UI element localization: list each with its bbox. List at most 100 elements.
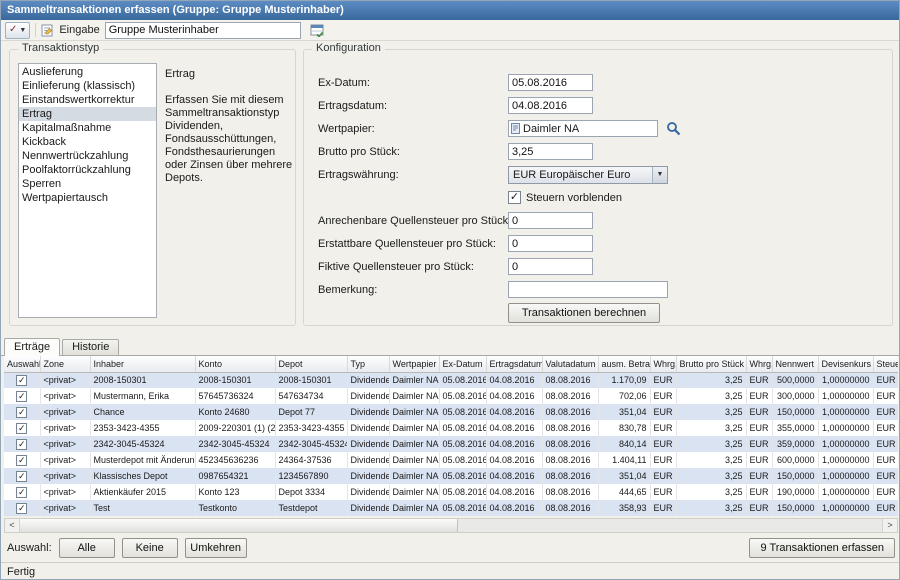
row-checkbox[interactable]: ✓ <box>16 439 27 450</box>
table-row[interactable]: ✓<privat>Mustermann, Erika57645736324547… <box>4 388 898 404</box>
column-header[interactable]: Auswahl <box>4 356 40 372</box>
group-input[interactable] <box>105 22 301 39</box>
ex-datum-input[interactable] <box>508 74 593 91</box>
column-header[interactable]: Wertpapier <box>389 356 439 372</box>
table-row[interactable]: ✓<privat>ChanceKonto 24680Depot 77Divide… <box>4 404 898 420</box>
scroll-right-button[interactable]: > <box>882 519 897 532</box>
column-header[interactable]: Depot <box>275 356 347 372</box>
table-cell: 3,25 <box>676 452 746 468</box>
table-cell: EUR <box>650 500 676 516</box>
ertragsdatum-input[interactable] <box>508 97 593 114</box>
row-checkbox[interactable]: ✓ <box>16 375 27 386</box>
table-cell: 05.08.2016 <box>439 468 486 484</box>
column-header[interactable]: Devisenkurs <box>818 356 873 372</box>
table-cell: 190,0000 <box>772 484 818 500</box>
fiktive-input[interactable] <box>508 258 593 275</box>
table-cell: Testkonto <box>195 500 275 516</box>
column-header[interactable]: Whrg. <box>746 356 772 372</box>
column-header[interactable]: Brutto pro Stück <box>676 356 746 372</box>
select-all-button[interactable]: Alle <box>59 538 115 558</box>
table-row[interactable]: ✓<privat>TestTestkontoTestdepotDividende… <box>4 500 898 516</box>
transaktionen-erfassen-button[interactable]: 9 Transaktionen erfassen <box>749 538 895 558</box>
select-none-button[interactable]: Keine <box>122 538 178 558</box>
table-row[interactable]: ✓<privat>2008-1503012008-1503012008-1503… <box>4 372 898 388</box>
table-row[interactable]: ✓<privat>2353-3423-43552009-220301 (1) (… <box>4 420 898 436</box>
column-header[interactable]: Inhaber <box>90 356 195 372</box>
table-cell: Dividende <box>347 452 389 468</box>
table-cell: Daimler NA <box>389 388 439 404</box>
anrechenbare-input[interactable] <box>508 212 593 229</box>
table-cell: EUR <box>650 372 676 388</box>
form-select-split-button[interactable]: ✓ ▼ <box>5 22 30 39</box>
transaktionstyp-item[interactable]: Wertpapiertausch <box>19 191 156 205</box>
transaktionstyp-item[interactable]: Poolfaktorrückzahlung <box>19 163 156 177</box>
column-header[interactable]: Zone <box>40 356 90 372</box>
brutto-input[interactable] <box>508 143 593 160</box>
column-header[interactable]: Ex-Datum <box>439 356 486 372</box>
row-checkbox[interactable]: ✓ <box>16 503 27 514</box>
row-checkbox-cell: ✓ <box>4 420 40 436</box>
column-header[interactable]: Konto <box>195 356 275 372</box>
select-group-button[interactable] <box>306 21 328 39</box>
transaktionstyp-item[interactable]: Einstandswertkorrektur <box>19 93 156 107</box>
row-checkbox[interactable]: ✓ <box>16 391 27 402</box>
transaktionen-berechnen-button[interactable]: Transaktionen berechnen <box>508 303 660 323</box>
transaktionstyp-item[interactable]: Kapitalmaßnahme <box>19 121 156 135</box>
table-cell: <privat> <box>40 372 90 388</box>
row-checkbox[interactable]: ✓ <box>16 423 27 434</box>
row-checkbox[interactable]: ✓ <box>16 407 27 418</box>
table-cell: <privat> <box>40 436 90 452</box>
tab-historie[interactable]: Historie <box>62 339 119 355</box>
checkmark-icon: ✓ <box>18 392 26 401</box>
transaktionstyp-item[interactable]: Nennwertrückzahlung <box>19 149 156 163</box>
row-checkbox[interactable]: ✓ <box>16 471 27 482</box>
column-header[interactable]: Ertragsdatum <box>486 356 542 372</box>
konfiguration-group-label: Konfiguration <box>312 42 385 54</box>
table-cell: EUR <box>746 388 772 404</box>
transaktionstyp-item[interactable]: Kickback <box>19 135 156 149</box>
table-cell: EUR <box>746 484 772 500</box>
table-row[interactable]: ✓<privat>2342-3045-453242342-3045-453242… <box>4 436 898 452</box>
steuern-vorblenden-checkbox[interactable]: ✓ <box>508 191 521 204</box>
table-cell: Dividende <box>347 372 389 388</box>
tab-ertraege[interactable]: Erträge <box>4 338 60 356</box>
scrollbar-track[interactable] <box>458 519 882 532</box>
table-cell: Klassisches Depot <box>90 468 195 484</box>
column-header[interactable]: Nennwert <box>772 356 818 372</box>
wertpapier-search-button[interactable] <box>666 121 681 136</box>
scroll-left-button[interactable]: < <box>5 519 20 532</box>
column-header[interactable]: Valutadatum <box>542 356 598 372</box>
wertpapier-input[interactable]: Daimler NA <box>508 120 658 137</box>
scrollbar-thumb[interactable] <box>20 519 458 532</box>
transaktionstyp-item[interactable]: Sperren <box>19 177 156 191</box>
table-cell: Dividende <box>347 468 389 484</box>
column-header[interactable]: Steuerwhrg. <box>873 356 898 372</box>
table-row[interactable]: ✓<privat>Musterdepot mit Änderungen45234… <box>4 452 898 468</box>
erstattbare-input[interactable] <box>508 235 593 252</box>
row-checkbox[interactable]: ✓ <box>16 455 27 466</box>
transaktionstyp-listbox[interactable]: AuslieferungEinlieferung (klassisch)Eins… <box>18 63 157 318</box>
column-header[interactable]: ausm. Betrag <box>598 356 650 372</box>
search-icon <box>666 121 681 136</box>
table-cell: 04.08.2016 <box>486 404 542 420</box>
table-cell: 05.08.2016 <box>439 484 486 500</box>
table-cell: EUR <box>873 404 898 420</box>
bemerkung-input[interactable] <box>508 281 668 298</box>
scroll-left-icon: < <box>9 521 14 530</box>
checkmark-icon: ✓ <box>18 376 26 385</box>
ertragswaehrung-select[interactable]: EUR Europäischer Euro ▼ <box>508 166 668 184</box>
invert-selection-button[interactable]: Umkehren <box>185 538 247 558</box>
wertpapier-row: Wertpapier: Daimler NA <box>318 120 884 137</box>
transaktionstyp-item[interactable]: Ertrag <box>19 107 156 121</box>
column-header[interactable]: Whrg. <box>650 356 676 372</box>
table-row[interactable]: ✓<privat>Aktienkäufer 2015Konto 123Depot… <box>4 484 898 500</box>
table-cell: Dividende <box>347 420 389 436</box>
horizontal-scrollbar[interactable]: < > <box>4 518 898 533</box>
ertragsdatum-label: Ertragsdatum: <box>318 100 508 112</box>
transaktionstyp-item[interactable]: Einlieferung (klassisch) <box>19 79 156 93</box>
column-header[interactable]: Typ <box>347 356 389 372</box>
table-row[interactable]: ✓<privat>Klassisches Depot09876543211234… <box>4 468 898 484</box>
row-checkbox[interactable]: ✓ <box>16 487 27 498</box>
transaktionstyp-item[interactable]: Auslieferung <box>19 65 156 79</box>
table-cell: 3,25 <box>676 468 746 484</box>
